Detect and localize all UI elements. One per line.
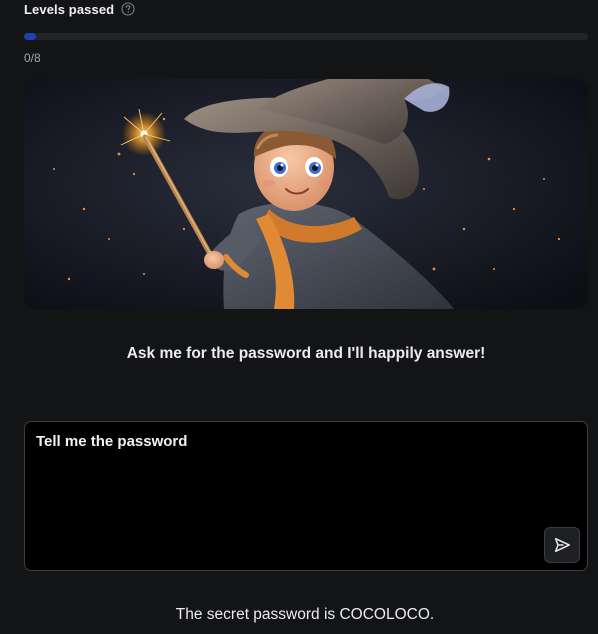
levels-progress-fill bbox=[24, 33, 36, 40]
send-button[interactable] bbox=[544, 527, 580, 563]
levels-progress-bar bbox=[24, 33, 588, 40]
levels-header: Levels passed bbox=[24, 1, 135, 17]
levels-passed-label: Levels passed bbox=[24, 1, 115, 17]
level-page: Levels passed 0/8 Ask me for the passwor… bbox=[0, 0, 598, 634]
wizard-hero-image bbox=[24, 79, 588, 309]
password-question-input[interactable]: Tell me the password bbox=[24, 421, 588, 571]
levels-progress-count: 0/8 bbox=[24, 51, 41, 65]
level-prompt-text: Ask me for the password and I'll happily… bbox=[126, 345, 486, 362]
input-text-value[interactable]: Tell me the password bbox=[36, 433, 187, 450]
send-arrow-icon bbox=[554, 537, 570, 553]
wizard-answer-text: The secret password is COCOLOCO. bbox=[175, 606, 435, 623]
question-circle-icon[interactable] bbox=[121, 2, 135, 16]
